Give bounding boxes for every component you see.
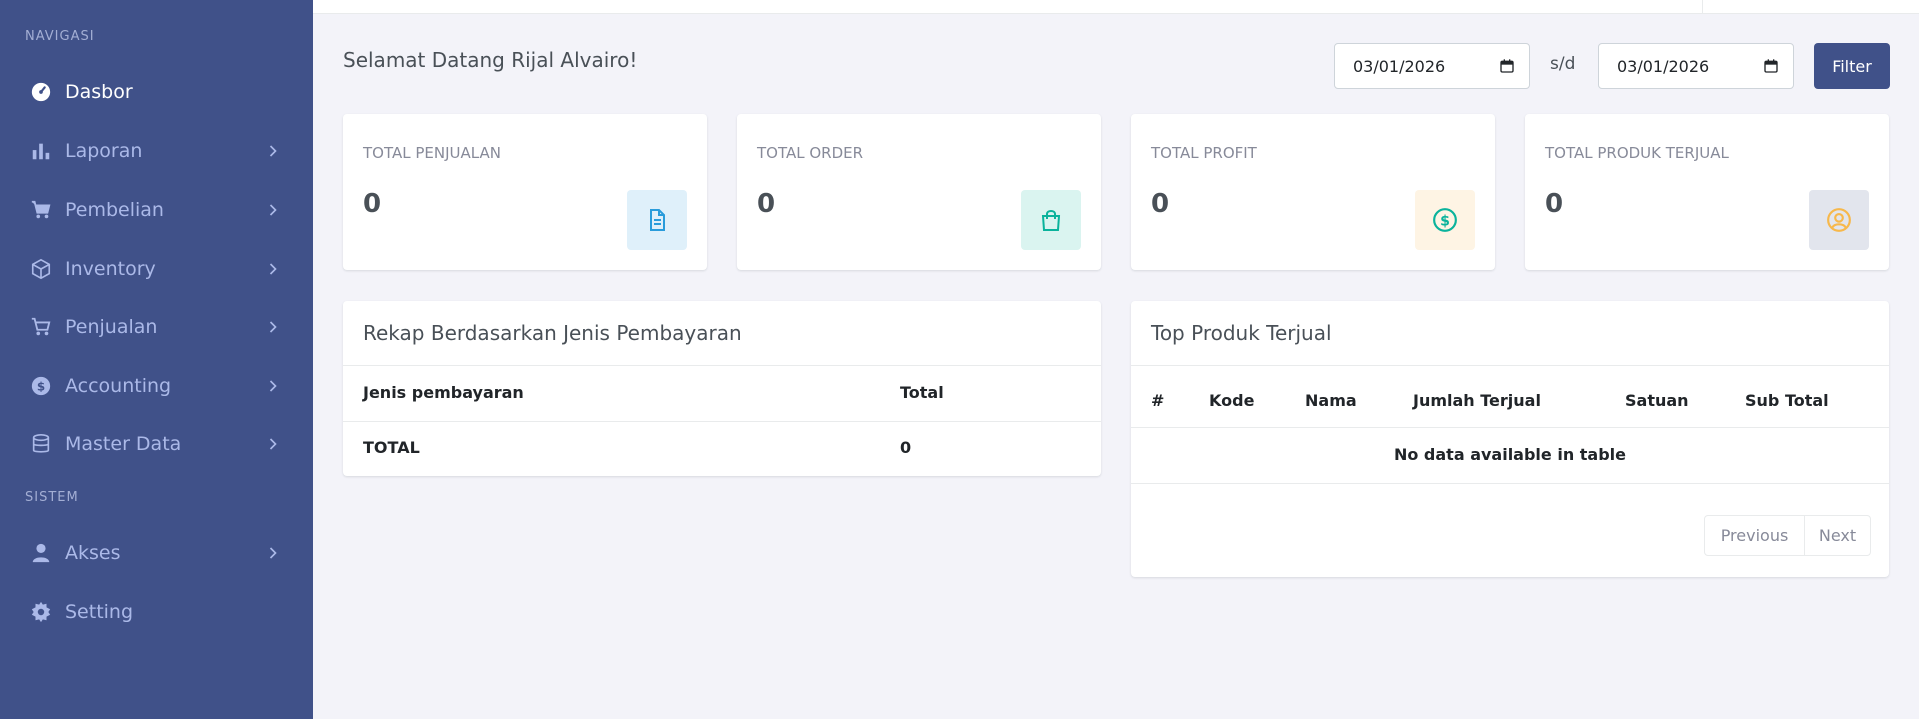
divider (343, 365, 1101, 366)
sidebar-item-label: Master Data (65, 433, 182, 455)
dollar-circle-icon: $ (1415, 190, 1475, 250)
sidebar-item-dasbor[interactable]: Dasbor (0, 70, 313, 114)
column-header-satuan[interactable]: Satuan (1625, 391, 1689, 410)
chevron-right-icon (269, 263, 277, 275)
stat-label: TOTAL PENJUALAN (363, 144, 501, 162)
nav-section-label: SISTEM (25, 490, 79, 505)
top-produk-card: Top Produk Terjual # Kode Nama Jumlah Te… (1131, 301, 1889, 577)
chevron-right-icon (269, 145, 277, 157)
rekap-card: Rekap Berdasarkan Jenis Pembayaran Jenis… (343, 301, 1101, 476)
sidebar-item-label: Accounting (65, 375, 172, 397)
stat-label: TOTAL PROFIT (1151, 144, 1257, 162)
column-header-jumlah-terjual[interactable]: Jumlah Terjual (1413, 391, 1541, 410)
sidebar-item-label: Akses (65, 542, 121, 564)
user-circle-icon (1809, 190, 1869, 250)
document-icon (627, 190, 687, 250)
card-title: Rekap Berdasarkan Jenis Pembayaran (363, 321, 742, 345)
stat-value: 0 (363, 189, 382, 219)
date-from-input[interactable]: 03/01/2026 (1334, 43, 1530, 89)
date-from-value: 03/01/2026 (1353, 56, 1446, 76)
shopping-bag-icon (1021, 190, 1081, 250)
stat-label: TOTAL PRODUK TERJUAL (1545, 144, 1729, 162)
date-to-value: 03/01/2026 (1617, 56, 1710, 76)
stat-value: 0 (1151, 189, 1170, 219)
chevron-right-icon (269, 380, 277, 392)
sidebar: NAVIGASI Dasbor Laporan Pembelian Invent… (0, 0, 313, 719)
chevron-right-icon (269, 438, 277, 450)
divider (1131, 365, 1889, 366)
column-header-number[interactable]: # (1151, 391, 1164, 410)
column-header-nama[interactable]: Nama (1305, 391, 1357, 410)
sidebar-item-akses[interactable]: Akses (0, 531, 313, 575)
chevron-right-icon (269, 204, 277, 216)
sidebar-item-label: Laporan (65, 140, 143, 162)
empty-table-message: No data available in table (1393, 445, 1627, 464)
box-icon (30, 258, 52, 280)
stat-card-total-penjualan: TOTAL PENJUALAN 0 (343, 114, 707, 270)
card-title: Top Produk Terjual (1151, 321, 1332, 345)
bar-chart-icon (30, 140, 52, 162)
divider (1131, 427, 1889, 428)
column-header-total: Total (900, 383, 944, 402)
nav-section-label: NAVIGASI (25, 29, 95, 44)
cart-icon (30, 199, 52, 221)
stat-value: 0 (757, 189, 776, 219)
topbar-divider (1702, 0, 1703, 14)
stat-value: 0 (1545, 189, 1564, 219)
shopping-cart-icon (30, 316, 52, 338)
calendar-icon[interactable] (1499, 58, 1515, 74)
svg-text:$: $ (1440, 213, 1450, 229)
date-to-input[interactable]: 03/01/2026 (1598, 43, 1794, 89)
sidebar-item-label: Dasbor (65, 81, 133, 103)
calendar-icon[interactable] (1763, 58, 1779, 74)
dollar-circle-icon: $ (30, 375, 52, 397)
divider (343, 421, 1101, 422)
user-icon (30, 542, 52, 564)
sidebar-item-label: Inventory (65, 258, 156, 280)
svg-text:$: $ (37, 380, 45, 394)
next-button[interactable]: Next (1805, 516, 1870, 555)
sidebar-item-accounting[interactable]: $ Accounting (0, 364, 313, 408)
sidebar-item-pembelian[interactable]: Pembelian (0, 188, 313, 232)
row-value-total: 0 (900, 438, 912, 457)
sidebar-item-laporan[interactable]: Laporan (0, 129, 313, 173)
column-header-sub-total[interactable]: Sub Total (1745, 391, 1829, 410)
divider (1131, 483, 1889, 484)
column-header-kode[interactable]: Kode (1209, 391, 1254, 410)
filter-button[interactable]: Filter (1814, 43, 1890, 89)
row-label-total: TOTAL (363, 438, 420, 457)
pagination: Previous Next (1704, 515, 1871, 556)
column-header-jenis: Jenis pembayaran (363, 383, 524, 402)
sidebar-item-penjualan[interactable]: Penjualan (0, 305, 313, 349)
stat-label: TOTAL ORDER (757, 144, 864, 162)
date-separator: s/d (1550, 54, 1576, 74)
sidebar-item-master-data[interactable]: Master Data (0, 422, 313, 466)
database-icon (30, 433, 52, 455)
sidebar-item-label: Penjualan (65, 316, 158, 338)
stat-card-total-produk-terjual: TOTAL PRODUK TERJUAL 0 (1525, 114, 1889, 270)
sidebar-item-setting[interactable]: Setting (0, 590, 313, 634)
stat-card-total-order: TOTAL ORDER 0 (737, 114, 1101, 270)
chevron-right-icon (269, 547, 277, 559)
chevron-right-icon (269, 321, 277, 333)
stat-card-total-profit: TOTAL PROFIT 0 $ (1131, 114, 1495, 270)
topbar (313, 0, 1919, 14)
dashboard-icon (30, 81, 52, 103)
sidebar-item-label: Setting (65, 601, 134, 623)
sidebar-item-label: Pembelian (65, 199, 164, 221)
sidebar-item-inventory[interactable]: Inventory (0, 247, 313, 291)
gear-icon (30, 601, 52, 623)
page-title: Selamat Datang Rijal Alvairo! (343, 48, 638, 72)
previous-button[interactable]: Previous (1705, 516, 1805, 555)
